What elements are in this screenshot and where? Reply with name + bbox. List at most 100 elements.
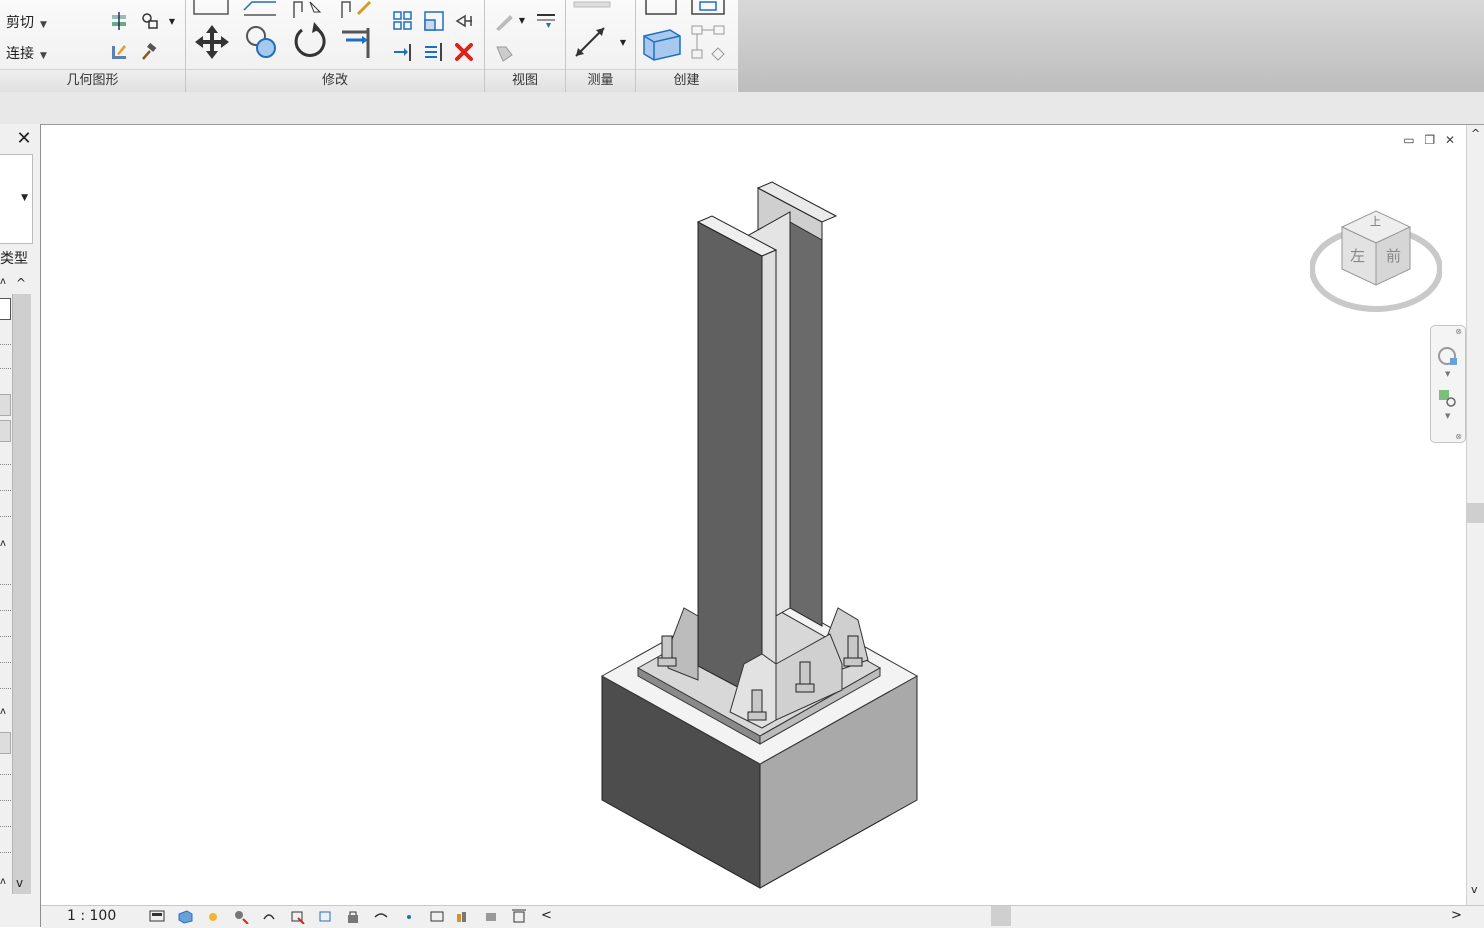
reveal-constraints-icon[interactable]: [511, 909, 527, 924]
highlight-displacement-icon[interactable]: [483, 909, 499, 924]
join-label: 连接: [6, 46, 34, 62]
property-row: [0, 636, 11, 637]
split-with-gap-icon[interactable]: [422, 40, 446, 64]
rotate-icon[interactable]: [290, 22, 330, 62]
join-tool[interactable]: 连接 ▼: [6, 43, 47, 63]
collapse-icon[interactable]: ʌ: [0, 706, 6, 717]
create-group-icon[interactable]: [688, 0, 728, 18]
collapse-icon[interactable]: ʌ: [0, 276, 6, 287]
ribbon: 剪切 ▼ 连接 ▼ ▼ 几何图形 修改 ▼ 视图 ▼ 测量 创建: [0, 0, 1484, 93]
property-field[interactable]: [0, 298, 11, 320]
property-row: [0, 344, 11, 345]
view-panel-label: 视图: [485, 69, 565, 92]
temporary-hide-icon[interactable]: [373, 909, 389, 924]
temporary-view-properties-icon[interactable]: [429, 909, 445, 924]
scroll-down-icon[interactable]: v: [16, 876, 23, 890]
view-control-bar: 1 : 100 < >: [41, 905, 1484, 928]
aligned-dimension-icon[interactable]: [572, 0, 612, 12]
chevron-down-icon[interactable]: ▼: [618, 36, 628, 48]
create-assembly-icon[interactable]: [640, 22, 684, 66]
view-window-controls[interactable]: ▭ ❐ ✕: [1403, 133, 1458, 147]
property-row: [0, 662, 11, 663]
chevron-down-icon[interactable]: ▼: [1445, 370, 1450, 378]
vertical-scrollbar[interactable]: ^ v: [1466, 125, 1484, 905]
mirror-pick-axis-icon[interactable]: [290, 0, 326, 18]
property-row: [0, 368, 11, 369]
demolish-hammer-icon[interactable]: [138, 41, 160, 63]
detail-level-icon[interactable]: [149, 909, 165, 924]
viewcube-left-face[interactable]: 左: [1350, 245, 1365, 266]
chevron-down-icon[interactable]: ▼: [1445, 412, 1450, 420]
scrollbar-thumb[interactable]: [1467, 503, 1484, 523]
view-scale[interactable]: 1 : 100: [67, 908, 116, 924]
property-field[interactable]: [0, 732, 11, 754]
mirror-draw-axis-icon[interactable]: [338, 0, 376, 18]
options-bar: [0, 92, 1484, 125]
view-panel: ▼ 视图: [485, 0, 566, 92]
show-crop-region-icon[interactable]: [317, 909, 333, 924]
scroll-up-icon[interactable]: ^: [1471, 127, 1480, 140]
thin-lines-icon[interactable]: [533, 8, 559, 34]
properties-scrollbar[interactable]: [12, 294, 31, 894]
lock-3d-view-icon[interactable]: [345, 909, 361, 924]
shadows-icon[interactable]: [233, 909, 249, 925]
chevron-down-icon: ▼: [21, 193, 28, 203]
copy-icon[interactable]: [242, 22, 282, 62]
property-row: [0, 610, 11, 611]
override-graphics-icon[interactable]: [491, 8, 517, 34]
property-row: [0, 852, 11, 853]
steel-column-base-model: [600, 181, 919, 889]
type-selector[interactable]: ▼: [0, 154, 33, 244]
zoom-region-icon[interactable]: [1437, 388, 1459, 414]
paint-icon[interactable]: [108, 41, 130, 63]
horizontal-scrollbar-thumb[interactable]: [991, 906, 1011, 926]
sun-path-icon[interactable]: [205, 909, 221, 924]
modify-panel: 修改: [186, 0, 485, 92]
array-icon[interactable]: [391, 10, 415, 32]
measure-icon[interactable]: [570, 22, 610, 62]
reveal-hidden-icon[interactable]: [401, 909, 417, 924]
split-element-icon[interactable]: [391, 40, 415, 64]
scale-icon[interactable]: [422, 10, 446, 32]
collapse-icon[interactable]: ʌ: [0, 538, 6, 549]
scroll-right-icon[interactable]: >: [1451, 908, 1462, 923]
viewcube-top-face[interactable]: 上: [1370, 213, 1381, 229]
offset-icon[interactable]: [240, 0, 280, 18]
chevron-down-icon: ▼: [40, 51, 47, 61]
crop-view-icon[interactable]: [289, 909, 305, 925]
render-icon[interactable]: [261, 909, 277, 924]
property-row: [0, 490, 11, 491]
chevron-down-icon[interactable]: ▼: [517, 14, 527, 26]
collapse-icon[interactable]: ʌ: [0, 876, 6, 887]
settings-icon[interactable]: ⊗: [1455, 432, 1462, 441]
split-face-icon[interactable]: [108, 10, 130, 32]
create-part-icon[interactable]: [642, 0, 680, 18]
property-field[interactable]: [0, 394, 11, 416]
create-panel-label: 创建: [636, 69, 737, 92]
join-geometry-icon[interactable]: [138, 10, 164, 32]
chevron-down-icon[interactable]: ▼: [167, 14, 177, 28]
close-icon[interactable]: ⊗: [1455, 327, 1462, 336]
scroll-up-icon[interactable]: ^: [16, 276, 26, 290]
trim-extend-icon[interactable]: [338, 22, 378, 62]
cut-tool[interactable]: 剪切 ▼: [6, 12, 47, 32]
steering-wheel-icon[interactable]: [1437, 346, 1459, 372]
viewcube-front-face[interactable]: 前: [1386, 245, 1401, 266]
close-icon[interactable]: ✕: [12, 128, 36, 150]
similar-icon[interactable]: [688, 22, 728, 66]
delete-icon[interactable]: [452, 40, 476, 64]
align-icon[interactable]: [192, 0, 230, 18]
3d-view-canvas[interactable]: [41, 125, 1467, 905]
linework-icon[interactable]: [491, 40, 517, 66]
scroll-left-icon[interactable]: <: [541, 908, 552, 923]
pin-icon[interactable]: [452, 10, 476, 32]
worksharing-display-icon[interactable]: [455, 909, 471, 924]
scroll-down-icon[interactable]: v: [1471, 883, 1478, 896]
visual-style-icon[interactable]: [177, 909, 193, 924]
property-field[interactable]: [0, 420, 11, 442]
property-row: [0, 826, 11, 827]
move-icon[interactable]: [192, 22, 232, 62]
property-row: [0, 464, 11, 465]
viewcube[interactable]: 上 左 前: [1309, 205, 1443, 315]
type-label: 类型: [0, 251, 28, 267]
